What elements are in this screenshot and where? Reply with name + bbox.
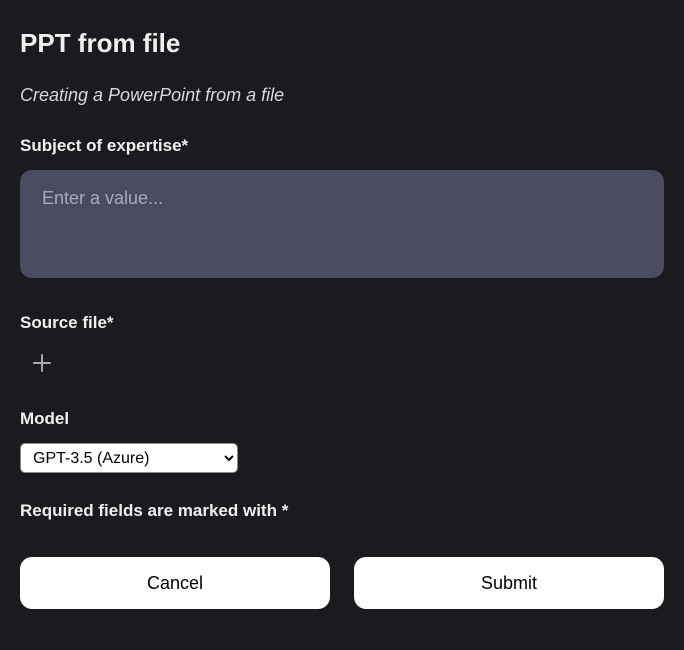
plus-icon	[32, 353, 52, 373]
cancel-button[interactable]: Cancel	[20, 557, 330, 609]
model-label: Model	[20, 409, 664, 429]
required-fields-note: Required fields are marked with *	[20, 501, 664, 521]
subject-input[interactable]	[20, 170, 664, 278]
add-file-button[interactable]	[26, 347, 58, 379]
subject-label: Subject of expertise*	[20, 136, 664, 156]
button-row: Cancel Submit	[20, 557, 664, 609]
model-select[interactable]: GPT-3.5 (Azure)	[20, 443, 238, 473]
submit-button[interactable]: Submit	[354, 557, 664, 609]
page-title: PPT from file	[20, 28, 664, 59]
source-file-label: Source file*	[20, 313, 664, 333]
page-subtitle: Creating a PowerPoint from a file	[20, 85, 664, 106]
